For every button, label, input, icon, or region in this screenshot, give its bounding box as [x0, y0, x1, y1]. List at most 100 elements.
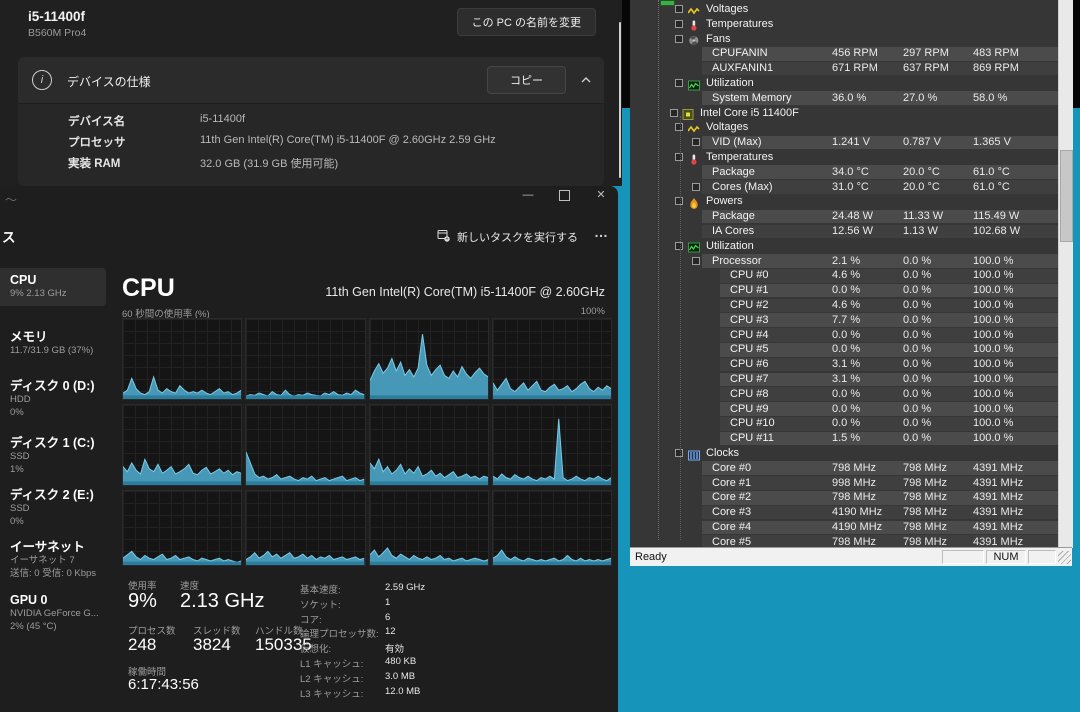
tree-checkbox[interactable] — [675, 20, 683, 28]
sensor-value-row[interactable]: CPU #80.0 %0.0 %100.0 % — [630, 387, 1058, 402]
tree-checkbox[interactable] — [670, 109, 678, 117]
sensor-value-row[interactable]: CPU #24.6 %0.0 %100.0 % — [630, 298, 1058, 313]
sensor-value-row[interactable]: Core #44190 MHz798 MHz4391 MHz — [630, 520, 1058, 535]
sensor-value-row[interactable]: CPU #73.1 %0.0 %100.0 % — [630, 372, 1058, 387]
sensor-value-row[interactable]: Core #34190 MHz798 MHz4391 MHz — [630, 505, 1058, 520]
sensor-group-row[interactable]: Utilization — [630, 76, 1058, 91]
sensor-value: 0.0 % — [903, 255, 931, 267]
sensor-value-row[interactable]: CPU #100.0 %0.0 %100.0 % — [630, 416, 1058, 431]
sensor-value: 671 RPM — [832, 62, 878, 74]
sidebar-item-[interactable]: メモリ11.7/31.9 GB (37%) — [0, 325, 106, 363]
sensor-value: 0.0 % — [832, 343, 860, 355]
sensors-scrollbar[interactable] — [1058, 0, 1073, 548]
device-spec-card[interactable]: i デバイスの仕様 コピー — [18, 57, 604, 104]
close-icon[interactable]: ✕ — [594, 188, 608, 202]
sensor-value: 4190 MHz — [832, 506, 882, 518]
sensor-group-row[interactable]: Fans — [630, 32, 1058, 47]
scrollbar-thumb[interactable] — [1060, 150, 1073, 242]
cpu-core-graph[interactable] — [122, 404, 242, 486]
performance-sidebar: CPU9% 2.13 GHz メモリ11.7/31.9 GB (37%) ディスク … — [0, 258, 106, 712]
sensor-value: 100.0 % — [973, 358, 1013, 370]
sensor-value-row[interactable]: Core #2798 MHz798 MHz4391 MHz — [630, 490, 1058, 505]
rename-pc-button[interactable]: この PC の名前を変更 — [457, 8, 596, 36]
maximize-icon[interactable] — [559, 190, 570, 201]
sensor-value-row[interactable]: CPU #50.0 %0.0 %100.0 % — [630, 342, 1058, 357]
run-new-task-button[interactable]: + 新しいタスクを実行する — [431, 228, 584, 246]
sensor-value: 0.0 % — [832, 388, 860, 400]
sensor-value-row[interactable]: CPU #40.0 %0.0 %100.0 % — [630, 328, 1058, 343]
sensor-group-row[interactable]: Clocks — [630, 446, 1058, 461]
sensor-group-row[interactable]: Utilization — [630, 239, 1058, 254]
copy-button[interactable]: コピー — [487, 66, 566, 94]
sensor-value: 0.0 % — [903, 358, 931, 370]
sensor-label: CPU #4 — [730, 329, 769, 341]
sensor-value-row[interactable]: CPUFANIN456 RPM297 RPM483 RPM — [630, 46, 1058, 61]
sensor-group-row[interactable]: Temperatures — [630, 150, 1058, 165]
sensor-value-row[interactable]: CPU #37.7 %0.0 %100.0 % — [630, 313, 1058, 328]
sensor-value: 798 MHz — [903, 506, 947, 518]
sidebar-item-cpu[interactable]: CPU9% 2.13 GHz — [0, 268, 106, 306]
sensor-value-row[interactable]: CPU #04.6 %0.0 %100.0 % — [630, 268, 1058, 283]
sensor-value: 798 MHz — [832, 491, 876, 503]
cpu-core-graph[interactable] — [245, 318, 365, 400]
sidebar-item-0d[interactable]: ディスク 0 (D:)HDD0% — [0, 374, 106, 424]
more-options-button[interactable]: … — [594, 224, 608, 240]
sensor-value-row[interactable]: CPU #90.0 %0.0 %100.0 % — [630, 402, 1058, 417]
cpu-core-graph[interactable] — [369, 404, 489, 486]
cpu-core-graph[interactable] — [492, 490, 612, 566]
sensor-value-row[interactable]: CPU #63.1 %0.0 %100.0 % — [630, 357, 1058, 372]
sensor-value: 2.1 % — [832, 255, 860, 267]
cpu-core-graph[interactable] — [122, 490, 242, 566]
expand-checkbox[interactable] — [692, 257, 700, 265]
sidebar-item-gpu0[interactable]: GPU 0NVIDIA GeForce G...2% (45 °C) — [0, 588, 106, 638]
sidebar-item-[interactable]: イーサネットイーサネット 7送信: 0 受信: 0 Kbps — [0, 535, 106, 585]
tree-checkbox[interactable] — [675, 5, 683, 13]
tree-checkbox[interactable] — [675, 79, 683, 87]
expand-checkbox[interactable] — [692, 183, 700, 191]
chevron-up-icon[interactable] — [578, 72, 594, 88]
cpu-core-graph[interactable] — [369, 490, 489, 566]
tree-checkbox[interactable] — [675, 153, 683, 161]
cpu-core-graph[interactable] — [492, 318, 612, 400]
sensor-value: 1.5 % — [832, 432, 860, 444]
resize-grip-icon[interactable] — [1058, 551, 1071, 564]
window-controls: — ✕ — [521, 188, 608, 202]
sensor-value-row[interactable]: Cores (Max)31.0 °C20.0 °C61.0 °C — [630, 180, 1058, 195]
sensor-value-row[interactable]: Package24.48 W11.33 W115.49 W — [630, 209, 1058, 224]
tree-checkbox[interactable] — [675, 449, 683, 457]
sensor-value: 4391 MHz — [973, 462, 1023, 474]
tree-checkbox[interactable] — [675, 242, 683, 250]
sidebar-item-2e[interactable]: ディスク 2 (E:)SSD0% — [0, 483, 106, 533]
cpu-core-graph[interactable] — [492, 404, 612, 486]
sensor-value-row[interactable]: CPU #111.5 %0.0 %100.0 % — [630, 431, 1058, 446]
tree-checkbox[interactable] — [675, 197, 683, 205]
sensor-value-row[interactable]: Processor2.1 %0.0 %100.0 % — [630, 254, 1058, 269]
sensor-group-row[interactable]: Voltages — [630, 120, 1058, 135]
cpu-core-graph[interactable] — [122, 318, 242, 400]
sensor-root-node[interactable]: Intel Core i5 11400F — [630, 106, 1058, 121]
sensor-value-row[interactable]: Core #1998 MHz798 MHz4391 MHz — [630, 476, 1058, 491]
sidebar-item-1c[interactable]: ディスク 1 (C:)SSD1% — [0, 431, 106, 481]
sensor-group-row[interactable]: Voltages — [630, 2, 1058, 17]
sensor-group-row[interactable]: Powers — [630, 194, 1058, 209]
sensor-value-row[interactable]: IA Cores12.56 W1.13 W102.68 W — [630, 224, 1058, 239]
sensor-value-row[interactable]: AUXFANIN1671 RPM637 RPM869 RPM — [630, 61, 1058, 76]
minimize-icon[interactable]: — — [521, 188, 535, 202]
sensor-value-row[interactable]: VID (Max)1.241 V0.787 V1.365 V — [630, 135, 1058, 150]
tree-checkbox[interactable] — [675, 123, 683, 131]
sensor-value-row[interactable]: CPU #10.0 %0.0 %100.0 % — [630, 283, 1058, 298]
sensor-value-row[interactable]: Package34.0 °C20.0 °C61.0 °C — [630, 165, 1058, 180]
cpu-model-subtitle: 11th Gen Intel(R) Core(TM) i5-11400F @ 2… — [325, 285, 605, 299]
cpu-core-graph[interactable] — [245, 404, 365, 486]
cpu-core-graph[interactable] — [245, 490, 365, 566]
cpu-core-graph[interactable] — [369, 318, 489, 400]
sensor-label: Intel Core i5 11400F — [700, 107, 799, 119]
expand-checkbox[interactable] — [692, 138, 700, 146]
sensor-value: 11.33 W — [903, 210, 943, 222]
sensor-value-row[interactable]: Core #0798 MHz798 MHz4391 MHz — [630, 461, 1058, 476]
voltage-icon — [688, 122, 700, 133]
settings-scrollbar[interactable] — [619, 22, 621, 178]
sensor-group-row[interactable]: Temperatures — [630, 17, 1058, 32]
sensor-value-row[interactable]: System Memory36.0 %27.0 %58.0 % — [630, 91, 1058, 106]
tree-checkbox[interactable] — [675, 35, 683, 43]
